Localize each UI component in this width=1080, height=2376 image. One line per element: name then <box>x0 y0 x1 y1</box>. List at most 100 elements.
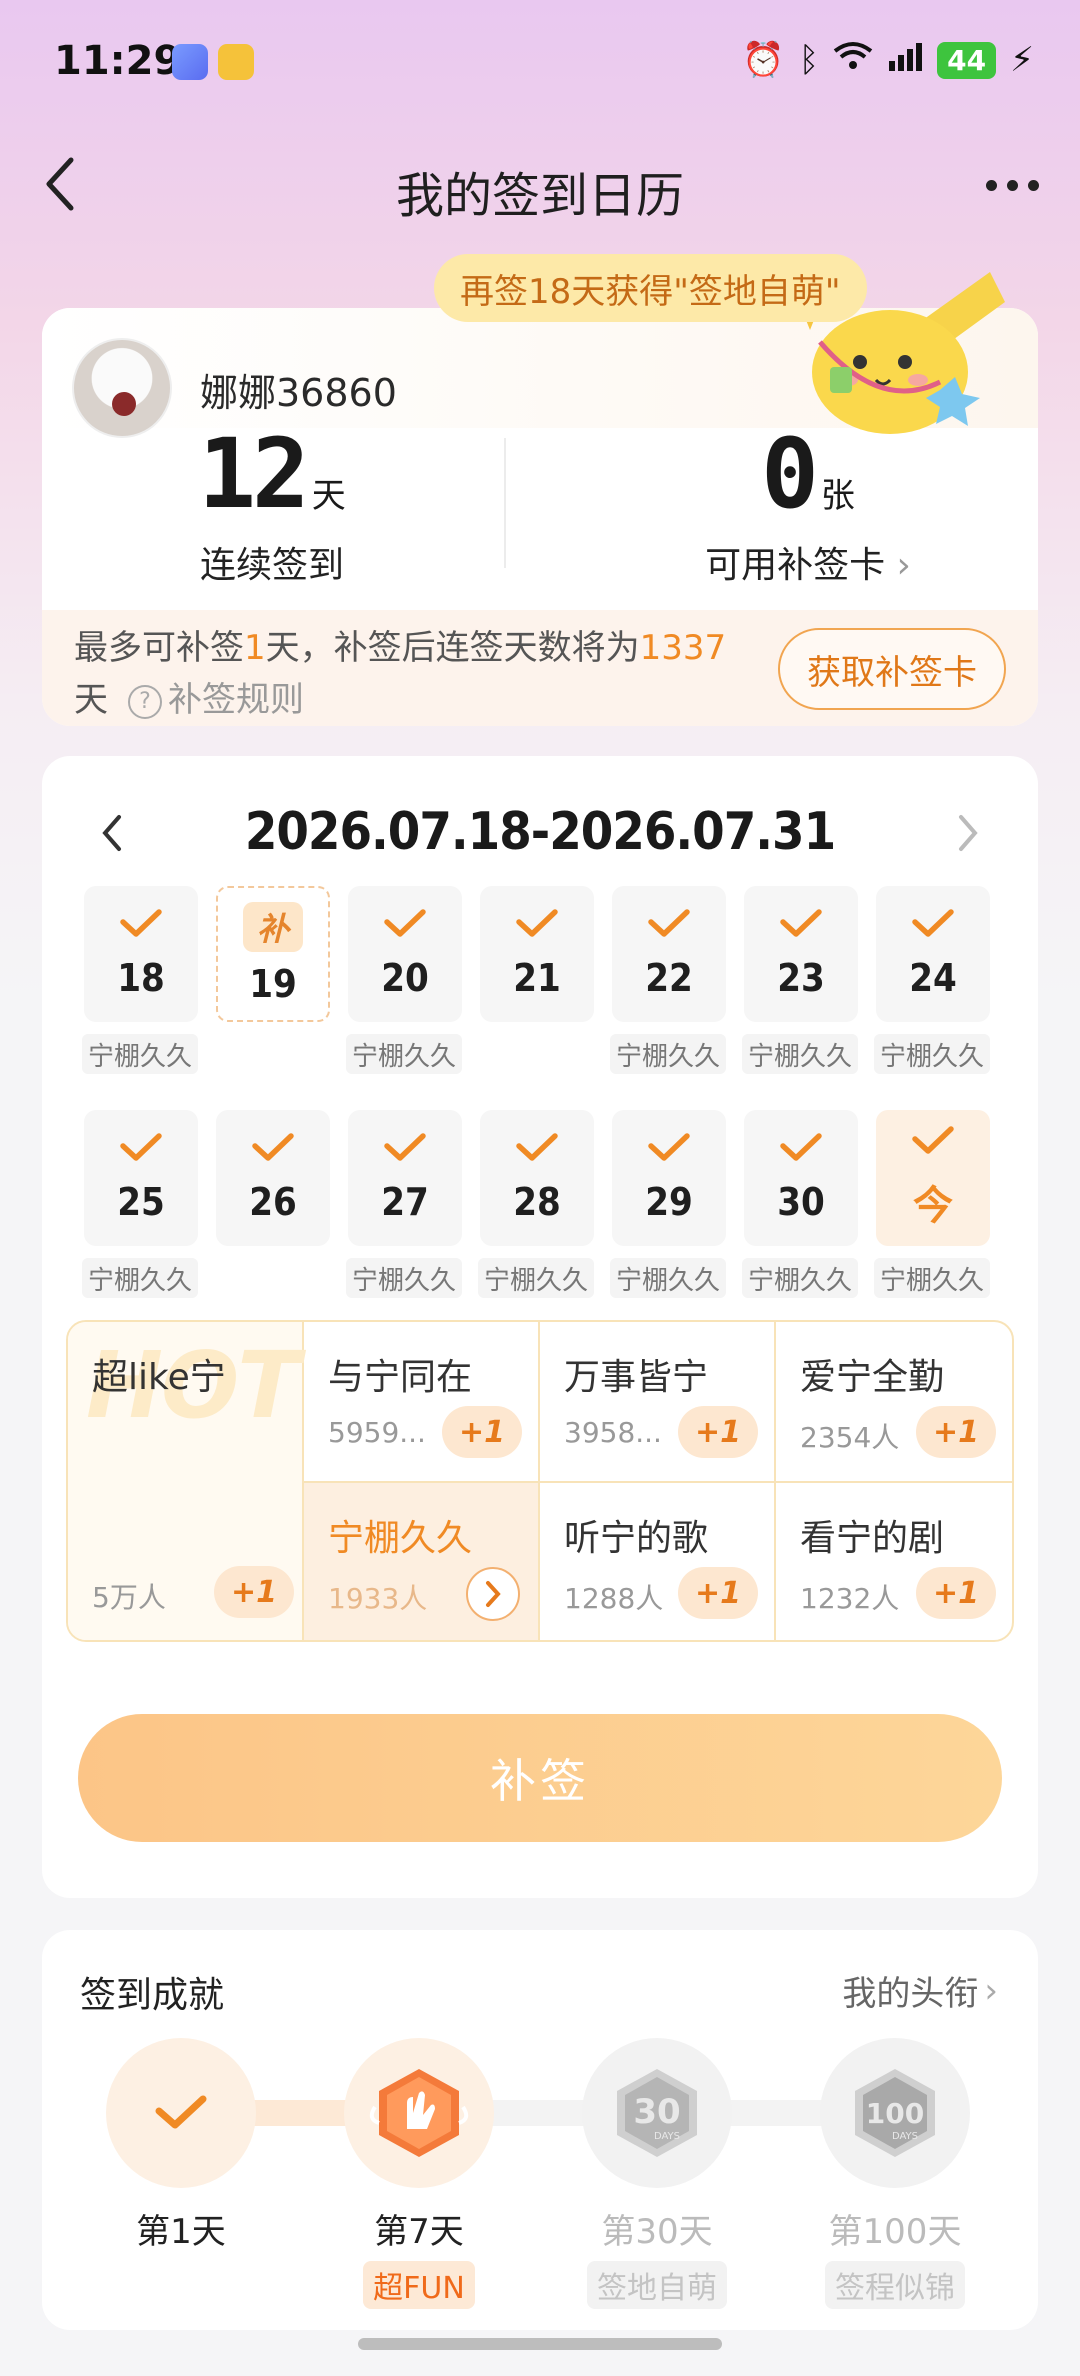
check-icon <box>779 1132 823 1180</box>
day-number: 27 <box>381 1180 429 1224</box>
streak-label: 连续签到 <box>199 545 344 586</box>
day-number: 20 <box>381 956 429 1000</box>
plus-one-button[interactable]: +1 <box>214 1566 294 1618</box>
signed-day-box: 25 <box>84 1110 198 1246</box>
svg-text:DAYS: DAYS <box>654 2131 680 2142</box>
bluetooth-icon: ᛒ <box>798 40 820 80</box>
calendar-day[interactable]: 27 宁棚久久 <box>346 1110 463 1334</box>
my-titles-link[interactable]: 我的头衔 › <box>842 1966 998 2015</box>
signed-day-box: 18 <box>84 886 198 1022</box>
get-makeup-card-button[interactable]: 获取补签卡 <box>778 628 1006 710</box>
cards-value: 0 <box>761 418 819 530</box>
cards-unit: 张 <box>820 476 855 516</box>
calendar-day[interactable]: 补 19 <box>216 886 330 1110</box>
day-topic-tag: 宁棚久久 <box>82 1034 199 1074</box>
topic-count: 3958... <box>564 1416 662 1449</box>
status-time: 11:29 <box>54 38 182 84</box>
plus-one-button[interactable]: +1 <box>442 1406 522 1458</box>
home-indicator[interactable] <box>358 2338 722 2350</box>
topic-item[interactable]: 爱宁全勤 2354人 +1 <box>776 1322 1012 1483</box>
thirty-days-badge-icon: 30 DAYS <box>582 2038 732 2188</box>
makeup-cards-stat[interactable]: 0张 可用补签卡 › <box>578 426 1038 588</box>
plus-one-button[interactable]: +1 <box>916 1406 996 1458</box>
makeup-text-3: 天 <box>74 680 108 720</box>
calendar-day[interactable]: 22 宁棚久久 <box>610 886 727 1110</box>
calendar-day[interactable]: 28 宁棚久久 <box>478 1110 595 1334</box>
achievement-day7[interactable]: 第7天 超FUN <box>334 2038 504 2309</box>
topic-name: 看宁的剧 <box>800 1518 945 1559</box>
makeup-sign-button[interactable]: 补签 <box>78 1714 1002 1842</box>
check-icon <box>647 908 691 956</box>
topic-item[interactable]: 看宁的剧 1232人 +1 <box>776 1483 1012 1640</box>
topic-hot[interactable]: HOT 超like宁 5万人 +1 <box>68 1322 304 1640</box>
topic-name: 与宁同在 <box>328 1357 473 1398</box>
calendar-day[interactable]: 20 宁棚久久 <box>346 886 463 1110</box>
makeup-total: 1337 <box>639 628 727 668</box>
more-icon[interactable] <box>972 160 1052 210</box>
calendar-day[interactable]: 26 <box>216 1110 330 1334</box>
check-icon <box>119 908 163 956</box>
topic-item[interactable]: 与宁同在 5959... +1 <box>304 1322 540 1483</box>
achievements-card: 签到成就 我的头衔 › 第1天 第7天 超FUN 30 DAYS 第30天 签地… <box>42 1930 1038 2330</box>
day-number: 21 <box>513 956 561 1000</box>
status-bar: 11:29 ⏰ ᛒ 44 ⚡ <box>0 0 1080 130</box>
check-icon <box>251 1132 295 1180</box>
day-number: 30 <box>777 1180 825 1224</box>
nav-bar: 我的签到日历 <box>0 130 1080 240</box>
achievement-day1[interactable]: 第1天 <box>96 2038 266 2253</box>
calendar-day[interactable]: 29 宁棚久久 <box>610 1110 727 1334</box>
makeup-text-2: 天，补签后连签天数将为 <box>265 628 640 668</box>
calendar-day[interactable]: 23 宁棚久久 <box>742 886 859 1110</box>
app-notification-icon <box>172 44 208 80</box>
wifi-icon <box>833 40 873 80</box>
avatar[interactable] <box>72 338 172 438</box>
calendar-day[interactable]: 21 <box>480 886 594 1110</box>
check-icon <box>647 1132 691 1180</box>
signed-day-box: 21 <box>480 886 594 1022</box>
calendar-day[interactable]: 18 宁棚久久 <box>82 886 199 1110</box>
achievement-day30[interactable]: 30 DAYS 第30天 签地自萌 <box>572 2038 742 2309</box>
check-icon <box>383 908 427 956</box>
svg-text:100: 100 <box>866 2097 924 2130</box>
chevron-right-circle-icon[interactable] <box>466 1567 520 1621</box>
cards-label-text: 可用补签卡 <box>705 545 886 586</box>
rules-link[interactable]: ? 补签规则 <box>108 680 304 720</box>
day-topic-tag: 宁棚久久 <box>610 1258 727 1298</box>
streak-stat: 12 天 连续签到 <box>42 426 502 588</box>
days-grid: 18 宁棚久久 补 19 20 宁棚久久 21 22 宁棚久久 23 宁棚久久 24 宁棚久久 25 宁棚久… <box>82 886 1004 1334</box>
plus-one-button[interactable]: +1 <box>678 1567 758 1619</box>
chevron-right-icon[interactable] <box>946 808 990 858</box>
topic-item-selected[interactable]: 宁棚久久 1933人 <box>304 1483 540 1640</box>
achievement-day100[interactable]: 100 DAYS 第100天 签程似锦 <box>810 2038 980 2309</box>
calendar-day[interactable]: 30 宁棚久久 <box>742 1110 859 1334</box>
day-number: 18 <box>117 956 165 1000</box>
day-topic-tag: 宁棚久久 <box>346 1034 463 1074</box>
date-range-row: 2026.07.18-2026.07.31 <box>42 792 1038 872</box>
streak-value: 12 <box>198 418 310 530</box>
achievement-day-label: 第30天 <box>601 2212 713 2252</box>
calendar-day[interactable]: 25 宁棚久久 <box>82 1110 199 1334</box>
check-icon <box>515 1132 559 1180</box>
topic-name: 超like宁 <box>92 1357 226 1398</box>
charging-icon: ⚡ <box>1010 40 1034 80</box>
topic-count: 1288人 <box>564 1582 664 1615</box>
calendar-day[interactable]: 24 宁棚久久 <box>874 886 991 1110</box>
plus-one-button[interactable]: +1 <box>916 1567 996 1619</box>
topic-item[interactable]: 万事皆宁 3958... +1 <box>540 1322 776 1483</box>
check-icon <box>779 908 823 956</box>
page-title: 我的签到日历 <box>395 168 684 224</box>
signal-icon <box>887 40 923 80</box>
topic-item[interactable]: 听宁的歌 1288人 +1 <box>540 1483 776 1640</box>
svg-text:30: 30 <box>633 2092 680 2132</box>
plus-one-button[interactable]: +1 <box>678 1406 758 1458</box>
rules-label: 补签规则 <box>168 680 304 720</box>
check-icon <box>911 1125 955 1173</box>
achievement-name: 签程似锦 <box>825 2261 965 2309</box>
topic-name: 宁棚久久 <box>328 1518 473 1559</box>
topic-count: 5959... <box>328 1416 426 1449</box>
achievements-title: 签到成就 <box>80 1975 225 2016</box>
alarm-icon: ⏰ <box>742 40 785 80</box>
calendar-day[interactable]: 今宁棚久久 <box>874 1110 991 1334</box>
signed-day-box: 28 <box>480 1110 594 1246</box>
svg-text:DAYS: DAYS <box>892 2131 918 2142</box>
